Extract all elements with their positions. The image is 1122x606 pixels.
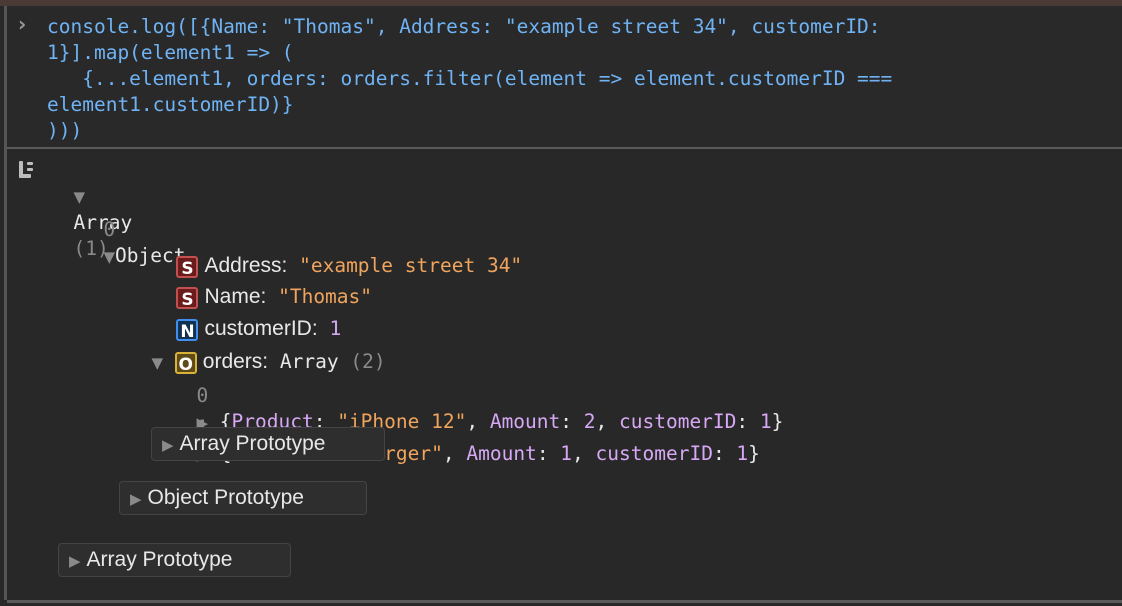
- customerid-value: 1: [759, 410, 772, 433]
- prototype-label: Array Prototype: [179, 432, 326, 455]
- item-index: 0: [103, 218, 116, 241]
- expand-triangle-icon[interactable]: ▼: [103, 244, 115, 270]
- expand-triangle-icon: ▶: [130, 490, 142, 508]
- expand-triangle-icon: ▶: [69, 552, 81, 570]
- chevron-right-icon: ›: [18, 12, 27, 36]
- orders-array-prototype-button[interactable]: ▶ Array Prototype: [151, 427, 385, 461]
- code-line: 1}].map(element1 => (: [47, 41, 294, 64]
- prototype-label: Object Prototype: [147, 486, 304, 509]
- code-line: {...element1, orders: orders.filter(elem…: [47, 67, 893, 90]
- amount-key: Amount: [466, 442, 537, 465]
- prototype-label: Array Prototype: [86, 548, 233, 571]
- code-line: ))): [47, 119, 83, 142]
- expand-triangle-icon[interactable]: ▼: [151, 350, 163, 376]
- customerid-value: 1: [736, 442, 749, 465]
- object-prototype-button[interactable]: ▶ Object Prototype: [119, 481, 367, 515]
- amount-value: 1: [560, 442, 573, 465]
- root-array-prototype-button[interactable]: ▶ Array Prototype: [58, 543, 291, 577]
- divider: [7, 600, 1122, 603]
- code-line: console.log([{Name: "Thomas", Address: "…: [47, 15, 881, 38]
- customerid-key: customerID: [595, 442, 713, 465]
- expand-triangle-icon: ▶: [162, 436, 174, 454]
- log-list-icon[interactable]: [18, 160, 36, 180]
- console-input-code[interactable]: console.log([{Name: "Thomas", Address: "…: [47, 14, 892, 144]
- code-line: element1.customerID)}: [47, 93, 294, 116]
- divider: [7, 147, 1122, 149]
